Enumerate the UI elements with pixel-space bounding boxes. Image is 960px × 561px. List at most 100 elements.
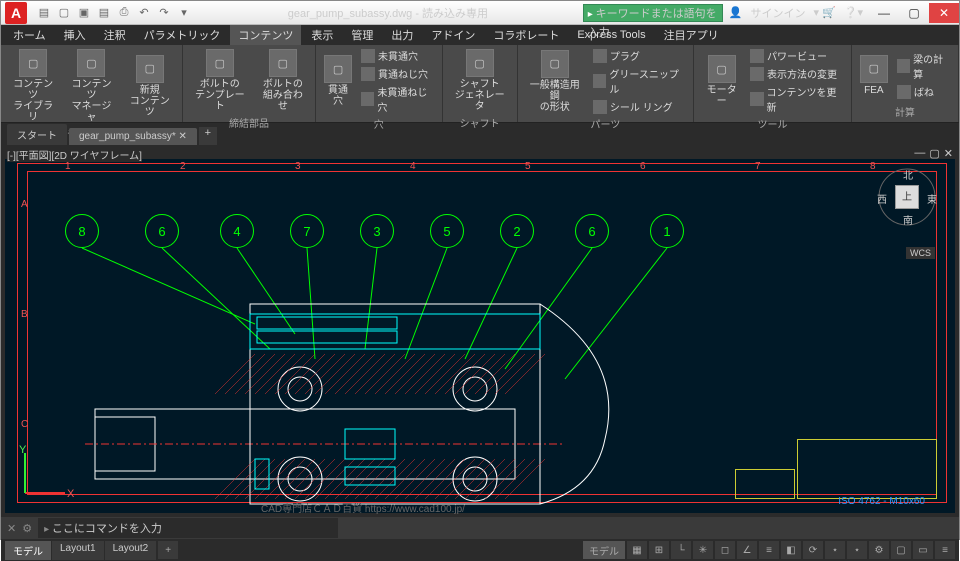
qat-print-icon[interactable]: ⎙ <box>115 4 133 22</box>
qat-open-icon[interactable]: ▢ <box>55 4 73 22</box>
qat-redo-icon[interactable]: ↷ <box>155 4 173 22</box>
ribbon-シール リング[interactable]: シール リング <box>590 98 689 115</box>
svg-text:Y: Y <box>19 444 27 456</box>
status-lweight-icon[interactable]: ≡ <box>759 541 779 559</box>
ribbon-パワービュー[interactable]: パワービュー <box>747 47 847 64</box>
panel-title: シャフト <box>447 114 513 131</box>
viewport-close-icon[interactable]: ✕ <box>944 147 953 160</box>
ribbon-small-icon <box>593 74 607 88</box>
ribbon-一般構造用鋼-の形状[interactable]: ▢一般構造用鋼の形状 <box>522 48 588 115</box>
app-icon[interactable]: A <box>5 2 27 24</box>
status-monitor-icon[interactable]: ▢ <box>891 541 911 559</box>
menu-表示[interactable]: 表示 <box>303 25 341 45</box>
ribbon-icon: ▢ <box>324 55 352 83</box>
ribbon-コンテンツ-ライブラリ[interactable]: ▢コンテンツライブラリ <box>5 47 61 125</box>
menu-ホーム[interactable]: ホーム <box>5 25 54 45</box>
viewcube[interactable]: 上 北 南 東 西 <box>877 167 937 227</box>
status-osnap-icon[interactable]: ◻ <box>715 541 735 559</box>
menu-管理[interactable]: 管理 <box>343 25 381 45</box>
signin-icon[interactable]: 👤 <box>729 6 743 19</box>
search-input[interactable]: ▸ キーワードまたは語句を入力 <box>583 4 723 22</box>
quick-access-toolbar: ▤ ▢ ▣ ▤ ⎙ ↶ ↷ ▾ <box>35 4 193 22</box>
command-input[interactable]: ▸ ここにコマンドを入力 <box>38 518 338 538</box>
ribbon-small-icon <box>750 49 764 63</box>
ribbon-プラグ[interactable]: プラグ <box>590 47 689 64</box>
status-model-button[interactable]: モデル <box>583 541 625 559</box>
status-grid-icon[interactable]: ▦ <box>627 541 647 559</box>
signin-button[interactable]: サインイン <box>751 5 806 21</box>
status-workspace-icon[interactable]: ⚙ <box>869 541 889 559</box>
status-ortho-icon[interactable]: └ <box>671 541 691 559</box>
menu-挿入[interactable]: 挿入 <box>56 25 94 45</box>
ribbon-未貫通穴[interactable]: 未貫通穴 <box>358 47 438 64</box>
status-cycle-icon[interactable]: ⟳ <box>803 541 823 559</box>
layout-add-button[interactable]: + <box>158 541 178 559</box>
ribbon-未貫通ねじ穴[interactable]: 未貫通ねじ穴 <box>358 83 438 115</box>
layout-tab-モデル[interactable]: モデル <box>5 541 51 560</box>
ribbon-貫通ねじ穴[interactable]: 貫通ねじ穴 <box>358 65 438 82</box>
ribbon-グリースニップル[interactable]: グリースニップル <box>590 65 689 97</box>
status-scale-icon[interactable]: ⋆ <box>847 541 867 559</box>
ribbon-ボルトの-テンプレート[interactable]: ▢ボルトのテンプレート <box>187 47 253 114</box>
qat-save-icon[interactable]: ▣ <box>75 4 93 22</box>
help-icon[interactable]: ❔▾ <box>844 6 863 19</box>
viewport-restore-icon[interactable]: ▢ <box>929 147 939 160</box>
menu-注釈[interactable]: 注釈 <box>96 25 134 45</box>
maximize-button[interactable]: ▢ <box>899 3 929 23</box>
qat-saveas-icon[interactable]: ▤ <box>95 4 113 22</box>
ucs-icon[interactable]: X Y <box>15 443 75 503</box>
ribbon-ばね[interactable]: ばね <box>894 83 954 100</box>
ribbon-表示方法の変更[interactable]: 表示方法の変更 <box>747 65 847 82</box>
menu-アドイン[interactable]: アドイン <box>423 25 483 45</box>
layout-tab-Layout1[interactable]: Layout1 <box>52 541 104 560</box>
menu-Express Tools[interactable]: Express Tools <box>569 27 653 43</box>
view-label[interactable]: [-][平面図][2D ワイヤフレーム] <box>7 147 142 162</box>
filetab-スタート[interactable]: スタート <box>7 124 67 145</box>
menu-注目アプリ[interactable]: 注目アプリ <box>656 25 727 45</box>
status-otrack-icon[interactable]: ∠ <box>737 541 757 559</box>
ribbon-ボルトの-組み合わせ[interactable]: ▢ボルトの組み合わせ <box>255 47 311 114</box>
ribbon-新規-コンテンツ[interactable]: ▢新規コンテンツ <box>122 53 178 120</box>
ribbon-コンテンツ-マネージャ[interactable]: ▢コンテンツマネージャ <box>63 47 119 125</box>
cmd-config-icon[interactable]: ⚙ <box>22 522 32 535</box>
menu-パラメトリック[interactable]: パラメトリック <box>136 25 229 45</box>
status-clean-icon[interactable]: ▭ <box>913 541 933 559</box>
viewport-minimize-icon[interactable]: — <box>914 147 925 160</box>
menu-コラボレート[interactable]: コラボレート <box>485 25 567 45</box>
status-snap-icon[interactable]: ⊞ <box>649 541 669 559</box>
status-custom-icon[interactable]: ≡ <box>935 541 955 559</box>
filetab-add[interactable]: + <box>199 127 217 145</box>
ribbon-梁の計算[interactable]: 梁の計算 <box>894 50 954 82</box>
ribbon-モーター[interactable]: ▢モーター <box>698 53 745 109</box>
wcs-label[interactable]: WCS <box>906 247 935 259</box>
status-polar-icon[interactable]: ✳ <box>693 541 713 559</box>
qat-undo-icon[interactable]: ↶ <box>135 4 153 22</box>
qat-new-icon[interactable]: ▤ <box>35 4 53 22</box>
qat-more-icon[interactable]: ▾ <box>175 4 193 22</box>
status-bar: モデルLayout1Layout2 + モデル ▦ ⊞ └ ✳ ◻ ∠ ≡ ◧ … <box>1 539 959 561</box>
ribbon-small-icon <box>897 85 911 99</box>
viewcube-face[interactable]: 上 <box>895 185 919 209</box>
layout-tab-Layout2[interactable]: Layout2 <box>105 541 157 560</box>
ribbon: ▢コンテンツライブラリ▢コンテンツマネージャ▢新規コンテンツライブラリ▢ボルトの… <box>1 45 959 123</box>
svg-text:X: X <box>67 488 75 500</box>
menu-コンテンツ[interactable]: コンテンツ <box>230 25 301 45</box>
menu-出力[interactable]: 出力 <box>383 25 421 45</box>
ribbon-icon: ▢ <box>541 50 569 78</box>
ribbon-FEA[interactable]: ▢FEA <box>856 53 892 98</box>
ribbon-コンテンツを更新[interactable]: コンテンツを更新 <box>747 83 847 115</box>
status-trans-icon[interactable]: ◧ <box>781 541 801 559</box>
viewcube-east[interactable]: 東 <box>927 191 937 206</box>
ribbon-シャフト-ジェネレータ[interactable]: ▢シャフトジェネレータ <box>447 47 513 114</box>
drawing-canvas[interactable]: 12345678 ABC 864735261 <box>5 159 955 513</box>
status-annot-icon[interactable]: ⋆ <box>825 541 845 559</box>
viewcube-west[interactable]: 西 <box>877 191 887 206</box>
viewcube-south[interactable]: 南 <box>903 212 913 227</box>
cmd-close-icon[interactable]: ✕ <box>7 522 16 535</box>
viewcube-north[interactable]: 北 <box>903 167 913 182</box>
minimize-button[interactable]: — <box>869 3 899 23</box>
ribbon-貫通-穴[interactable]: ▢貫通穴 <box>320 53 356 109</box>
cart-icon[interactable]: ▾ 🛒 <box>814 6 836 19</box>
close-button[interactable]: ✕ <box>929 3 959 23</box>
filetab-gear_pump_subassy*[interactable]: gear_pump_subassy* ✕ <box>69 128 197 145</box>
